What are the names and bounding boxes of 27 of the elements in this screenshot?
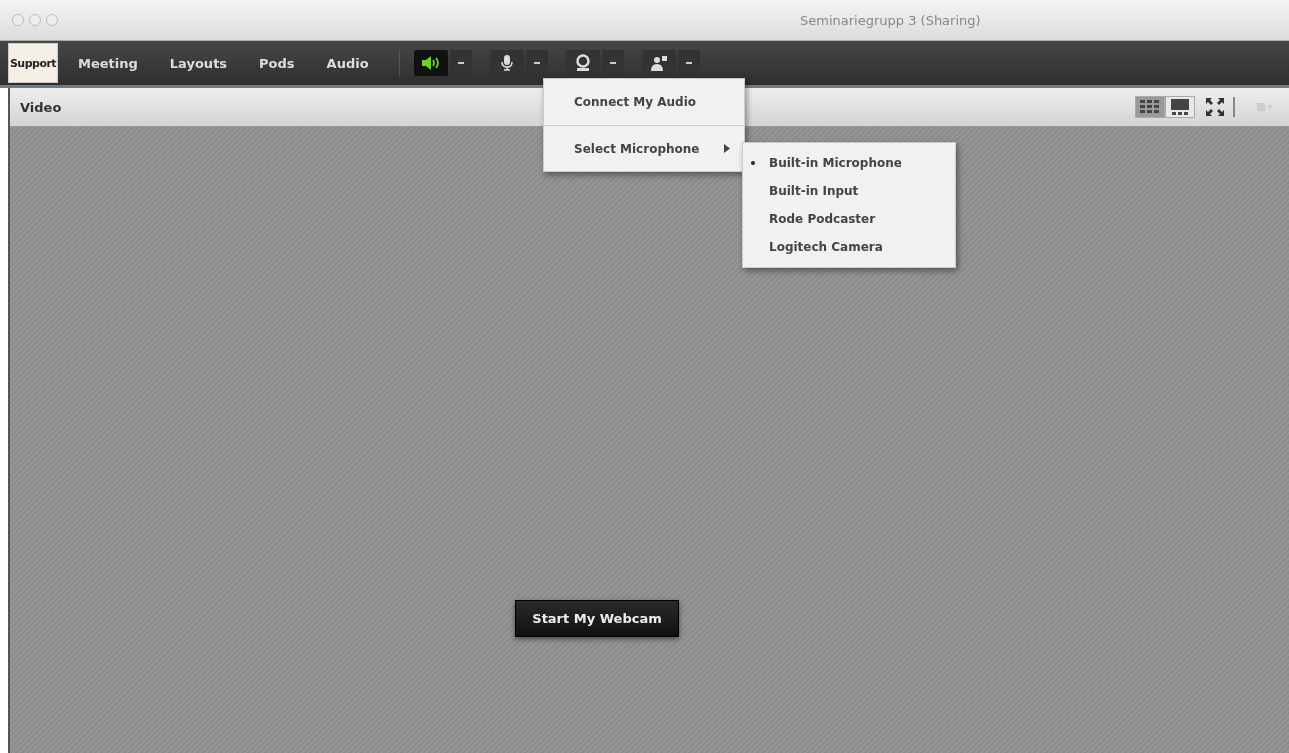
- start-webcam-button[interactable]: Start My Webcam: [515, 600, 679, 637]
- window-title: Seminariegrupp 3 (Sharing): [800, 12, 981, 28]
- menu-item[interactable]: Layouts: [157, 55, 240, 71]
- fullscreen-icon[interactable]: [1205, 97, 1225, 117]
- menu-item[interactable]: Rode Podcaster: [743, 205, 955, 233]
- webcam-icon: [574, 54, 591, 72]
- menu-item[interactable]: Connect My Audio: [544, 79, 744, 125]
- menu-item[interactable]: Logitech Camera: [743, 233, 955, 261]
- menu-item[interactable]: Built-in Input: [743, 177, 955, 205]
- filmstrip-view-button[interactable]: [1165, 96, 1195, 118]
- menu-item[interactable]: Meeting: [66, 55, 150, 71]
- zoom-button[interactable]: [46, 14, 58, 26]
- grid-icon: [1140, 100, 1160, 114]
- person-icon: [649, 54, 668, 72]
- grid-view-button[interactable]: [1135, 96, 1165, 118]
- logo: Support: [8, 43, 58, 83]
- menu-item[interactable]: Built-in Microphone: [743, 149, 955, 177]
- menu-item[interactable]: Audio: [314, 55, 381, 71]
- close-button[interactable]: [12, 14, 24, 26]
- pod-title: Video: [20, 99, 62, 115]
- microphone-icon: [499, 54, 514, 72]
- speaker-icon: [420, 55, 441, 71]
- filmstrip-icon: [1170, 99, 1190, 115]
- minimize-button[interactable]: [29, 14, 41, 26]
- options-menu-icon[interactable]: [1257, 103, 1273, 111]
- speaker-button[interactable]: [413, 50, 448, 76]
- menu-item[interactable]: Pods: [247, 55, 307, 71]
